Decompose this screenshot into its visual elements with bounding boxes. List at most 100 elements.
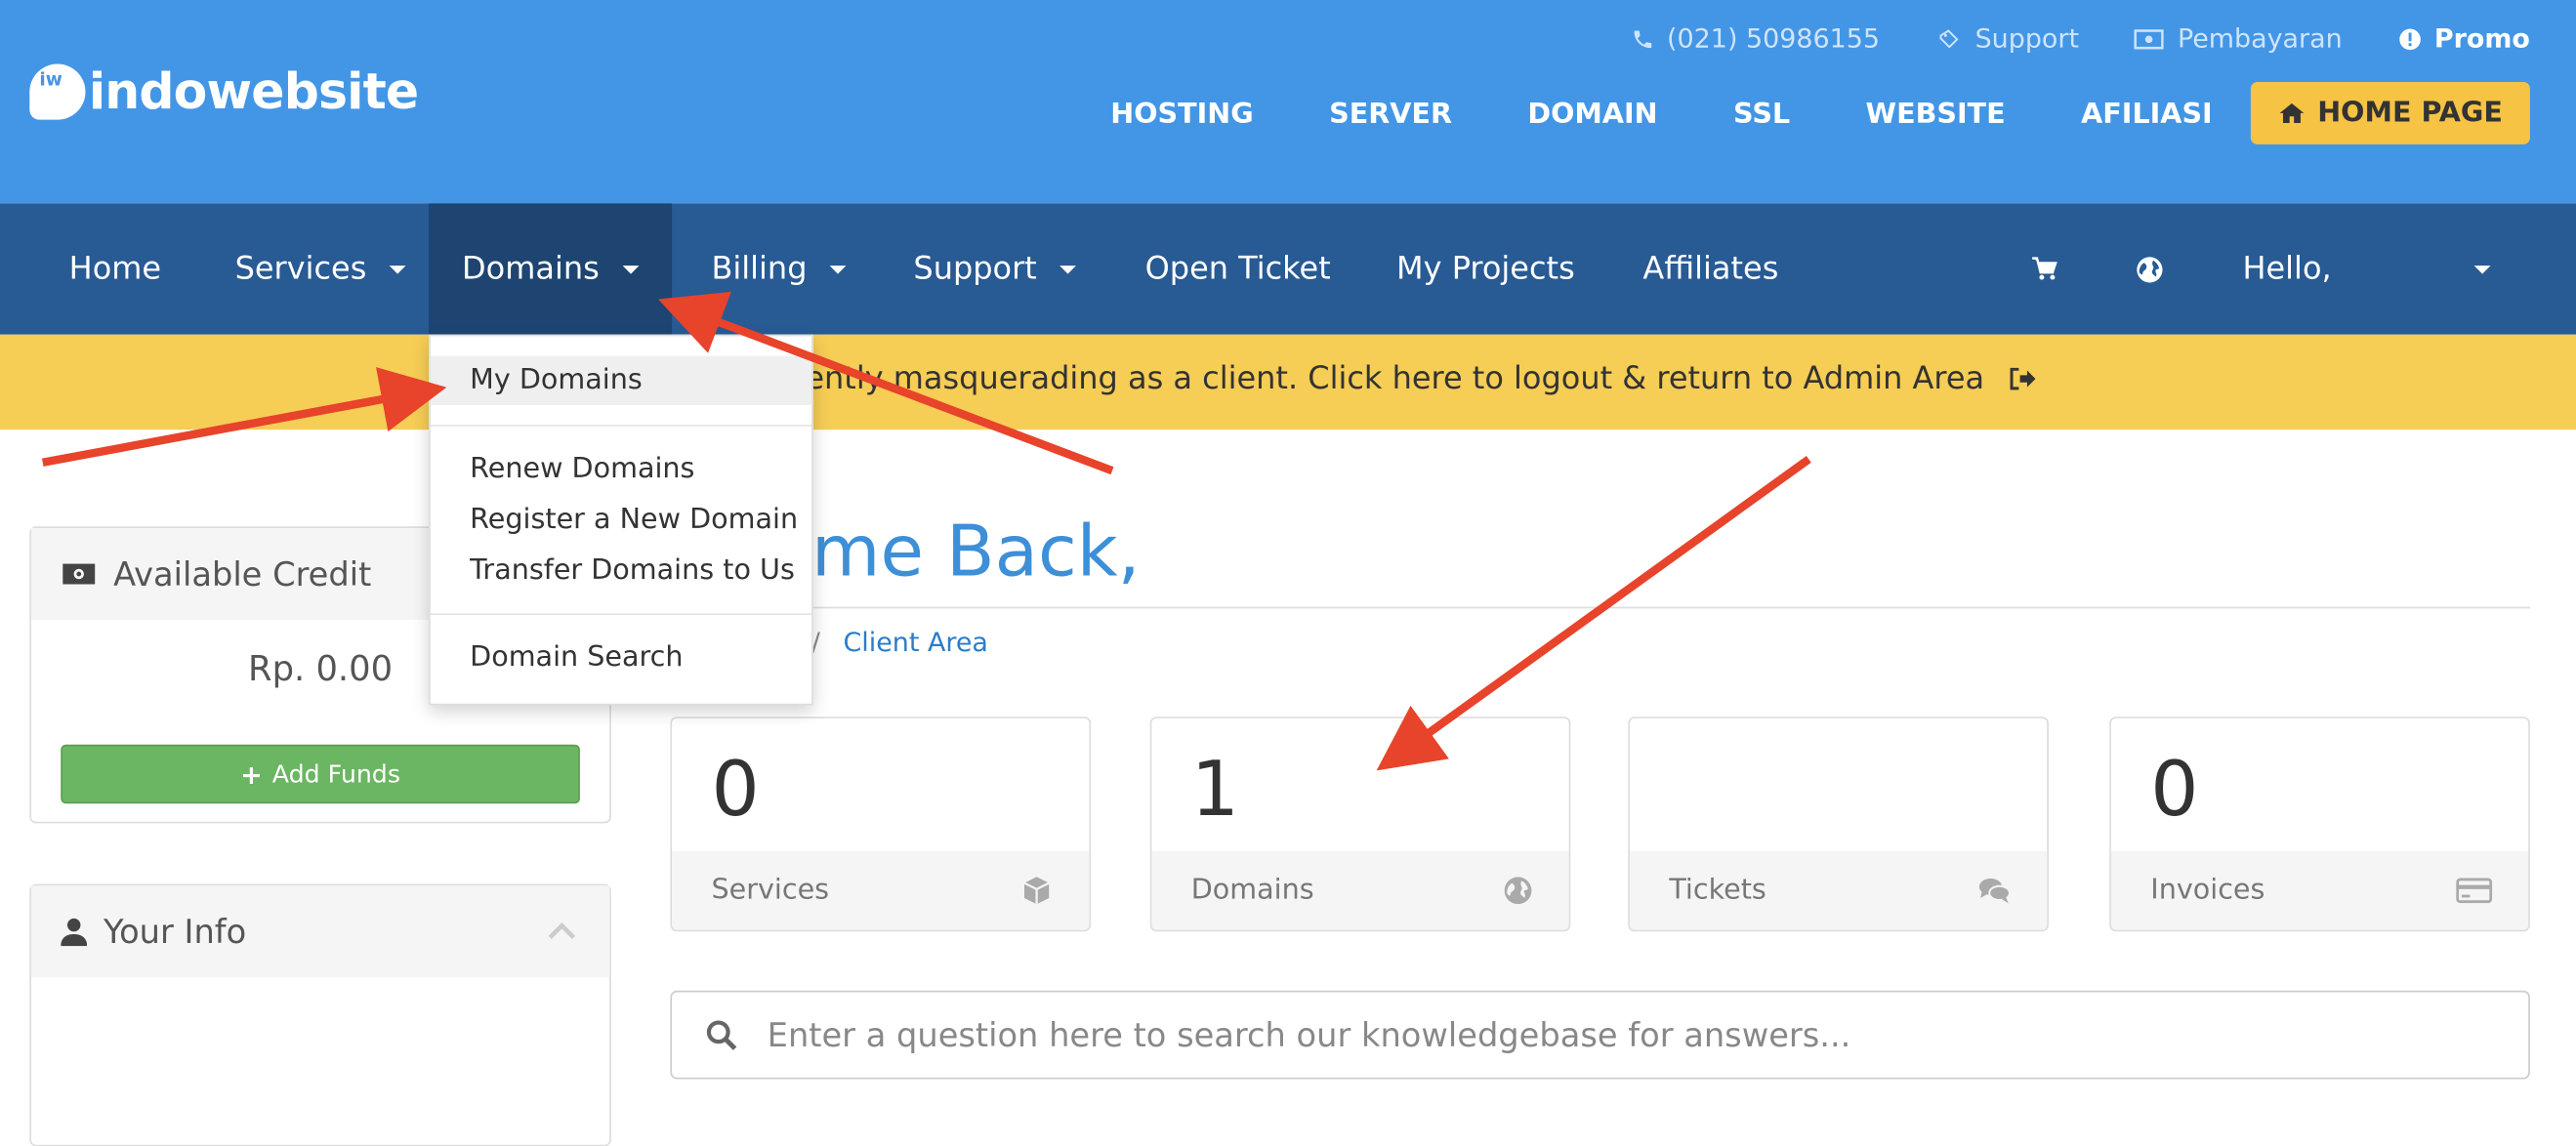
tile-footer: Services [672,850,1090,930]
main-nav: HOSTING SERVER DOMAIN SSL WEBSITE AFILIA… [1110,92,2213,132]
main-nav-server[interactable]: SERVER [1329,92,1452,132]
nav-my-projects[interactable]: My Projects [1396,203,1575,334]
panel-heading[interactable]: Your Info [30,885,610,978]
nav-home[interactable]: Home [69,203,161,334]
main-nav-afiliasi[interactable]: AFILIASI [2081,92,2213,132]
phone-number: (021) 50986155 [1667,22,1881,55]
nav-open-ticket-label: Open Ticket [1144,251,1331,288]
home-icon [2278,102,2304,124]
nav-home-label: Home [68,251,162,288]
hello-label: Hello, [2242,251,2332,288]
your-info-title: Your Info [103,912,247,952]
nav-services[interactable]: Services [235,203,406,334]
breadcrumb-current[interactable]: Client Area [843,627,987,658]
main-nav-hosting[interactable]: HOSTING [1110,92,1253,132]
tile-footer: Tickets [1629,850,2048,930]
menu-item-renew-domains[interactable]: Renew Domains [431,444,811,493]
search-placeholder: Enter a question here to search our know… [767,1014,1851,1055]
menu-item-transfer-domains[interactable]: Transfer Domains to Us [431,546,811,594]
nav-affiliates-label: Affiliates [1642,251,1779,288]
cart-icon [2032,257,2057,280]
chevron-down-icon [2473,265,2491,273]
home-page-button[interactable]: HOME PAGE [2250,82,2530,144]
credit-title: Available Credit [113,553,372,594]
arrow-to-domains-tile [1376,456,1811,771]
nav-domains[interactable]: Domains [429,203,673,335]
tile-footer: Invoices [2110,850,2529,930]
nav-domains-label: Domains [462,251,600,288]
nav-my-projects-label: My Projects [1396,251,1575,288]
menu-item-domain-search[interactable]: Domain Search [431,634,811,682]
payment-label: Pembayaran [2177,22,2343,55]
money-icon [2135,28,2165,49]
nav-services-label: Services [234,251,367,288]
account-menu[interactable]: Hello, [2242,203,2331,334]
money-icon [62,563,96,585]
page: iw indowebsite (021) 50986155 Support Pe… [0,0,2576,1146]
menu-item-my-domains[interactable]: My Domains [430,355,812,405]
tickets-tile[interactable]: Tickets [1628,716,2049,932]
language-button[interactable] [2136,203,2164,334]
menu-divider [430,613,812,616]
nav-billing-label: Billing [711,251,808,288]
menu-item-register-domain[interactable]: Register a New Domain [431,495,811,544]
services-count: 0 [711,744,760,834]
globe-icon [2137,256,2163,282]
domains-tile[interactable]: 1 Domains [1149,716,1571,932]
brand-logo[interactable]: iw indowebsite [29,59,419,124]
your-info-heading: Your Info [61,912,246,951]
services-tile[interactable]: 0 Services [670,716,1092,932]
top-header: iw indowebsite (021) 50986155 Support Pe… [0,0,2576,204]
utility-links: (021) 50986155 Support Pembayaran Promo [1631,22,2530,55]
comments-icon [1978,879,2011,904]
phone-icon [1633,29,1651,48]
search-icon [706,1020,737,1050]
promo-link[interactable]: Promo [2398,23,2530,54]
exclamation-circle-icon [2398,27,2421,50]
add-funds-label: Add Funds [271,758,400,790]
masquerade-banner[interactable]: ently masquerading as a client. Click he… [0,334,2576,430]
nav-support-label: Support [913,251,1037,288]
chevron-down-icon [622,265,640,273]
invoices-count: 0 [2150,744,2199,834]
nav-affiliates[interactable]: Affiliates [1642,203,1778,334]
plus-icon: + [240,758,263,790]
client-navbar: Home Services Domains Billing Support Op… [0,203,2576,335]
services-label: Services [711,874,830,908]
globe-icon [1504,877,1532,905]
menu-item-my-domains-label: My Domains [470,363,643,397]
nav-support[interactable]: Support [913,203,1077,334]
support-link[interactable]: Support [1935,23,2079,54]
main-nav-domain[interactable]: DOMAIN [1527,92,1657,132]
menu-divider [430,425,812,427]
nav-billing[interactable]: Billing [711,203,847,334]
sign-out-icon [2010,367,2036,390]
payment-link[interactable]: Pembayaran [2135,22,2343,55]
phone-link[interactable]: (021) 50986155 [1631,22,1881,55]
ticket-icon [1939,28,1959,48]
chevron-up-icon[interactable] [547,921,576,941]
menu-item-renew-label: Renew Domains [470,452,695,486]
knowledgebase-search[interactable]: Enter a question here to search our know… [670,990,2530,1080]
banner-text-wrap: ently masquerading as a client. Click he… [805,361,2037,397]
invoices-tile[interactable]: 0 Invoices [2109,716,2530,932]
cart-button[interactable] [2030,203,2059,334]
chevron-down-icon [1059,265,1077,273]
tile-footer: Domains [1151,850,1569,930]
user-icon [61,918,88,947]
main-nav-website[interactable]: WEBSITE [1866,92,2006,132]
menu-item-domain-search-label: Domain Search [470,640,684,675]
domains-label: Domains [1190,874,1314,908]
main-nav-ssl[interactable]: SSL [1733,92,1790,132]
menu-item-register-label: Register a New Domain [470,503,799,537]
your-info-panel: Your Info [29,883,611,1146]
brand-name: indowebsite [88,62,419,121]
title-divider [759,606,2530,609]
add-funds-button[interactable]: + Add Funds [61,744,580,804]
domains-count: 1 [1190,744,1240,834]
invoices-label: Invoices [2150,874,2265,908]
home-page-label: HOME PAGE [2317,97,2503,130]
cube-icon [1023,877,1050,905]
account-menu-toggle[interactable] [2468,203,2491,334]
nav-open-ticket[interactable]: Open Ticket [1145,203,1331,334]
